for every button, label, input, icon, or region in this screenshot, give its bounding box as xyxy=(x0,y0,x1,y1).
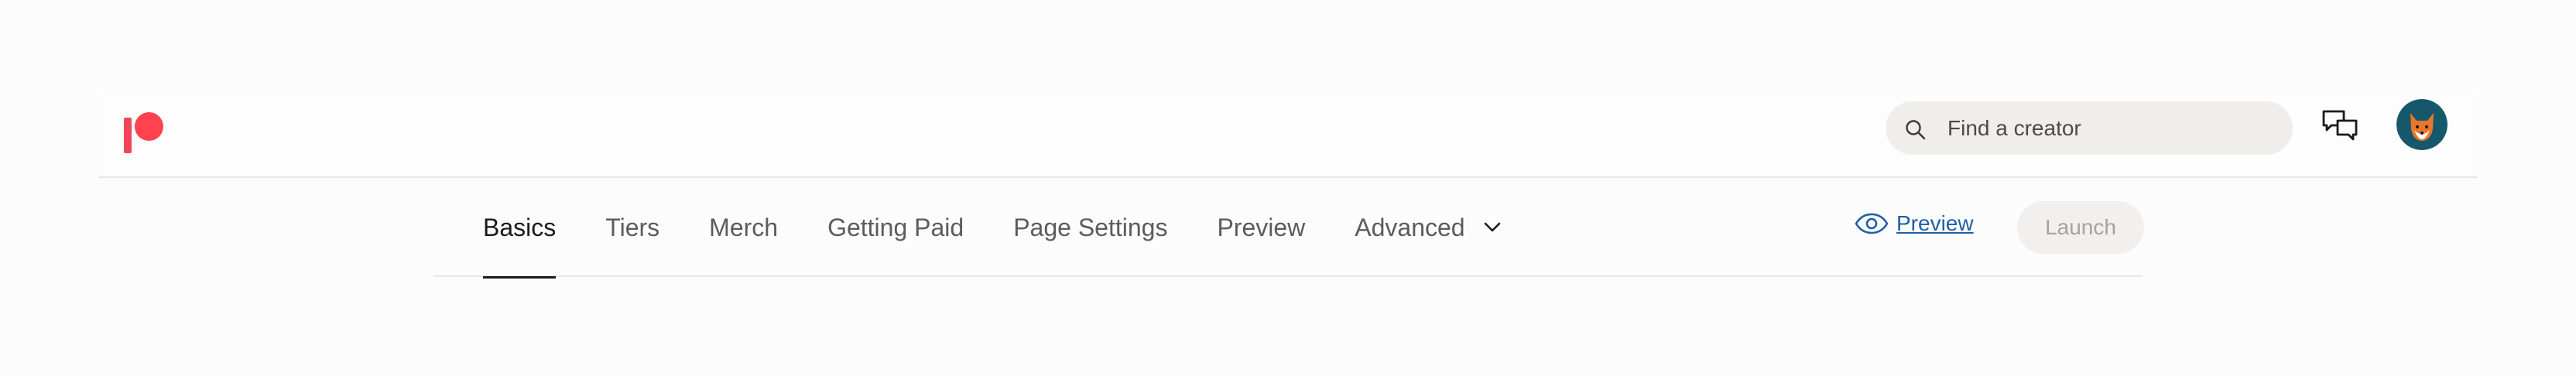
preview-link-label: Preview xyxy=(1896,211,1974,235)
launch-button[interactable]: Launch xyxy=(2017,201,2144,254)
tab-label: Basics xyxy=(483,213,557,241)
search-icon xyxy=(1906,120,1926,140)
tab-basics[interactable]: Basics xyxy=(483,178,557,279)
chevron-down-icon xyxy=(1484,222,1500,232)
search-input[interactable] xyxy=(1947,101,2273,155)
top-header xyxy=(99,94,2477,178)
tab-label: Advanced xyxy=(1355,213,1465,241)
patreon-logo[interactable] xyxy=(124,108,166,161)
tab-page-settings[interactable]: Page Settings xyxy=(1013,178,1167,277)
tab-preview[interactable]: Preview xyxy=(1217,178,1305,277)
tab-list: Basics Tiers Merch Getting Paid Page Set… xyxy=(483,178,1550,279)
preview-link[interactable]: Preview xyxy=(1855,204,1974,243)
avatar[interactable] xyxy=(2396,99,2448,150)
logo-circle xyxy=(135,112,163,141)
logo-bar xyxy=(124,118,132,153)
tab-label: Getting Paid xyxy=(827,213,964,241)
tab-merch[interactable]: Merch xyxy=(709,178,778,277)
tab-label: Preview xyxy=(1217,213,1306,241)
creator-page-nav: Basics Tiers Merch Getting Paid Page Set… xyxy=(433,178,2144,279)
fox-avatar-icon xyxy=(2396,99,2448,150)
search-bar[interactable] xyxy=(1886,101,2293,155)
tab-advanced[interactable]: Advanced xyxy=(1355,178,1500,277)
tab-label: Tiers xyxy=(605,213,660,241)
tab-label: Merch xyxy=(709,213,779,241)
tab-getting-paid[interactable]: Getting Paid xyxy=(827,178,964,277)
tab-label: Page Settings xyxy=(1013,213,1168,241)
chat-bubbles-icon[interactable] xyxy=(2321,107,2361,147)
tab-tiers[interactable]: Tiers xyxy=(605,178,659,277)
eye-icon xyxy=(1855,213,1889,234)
